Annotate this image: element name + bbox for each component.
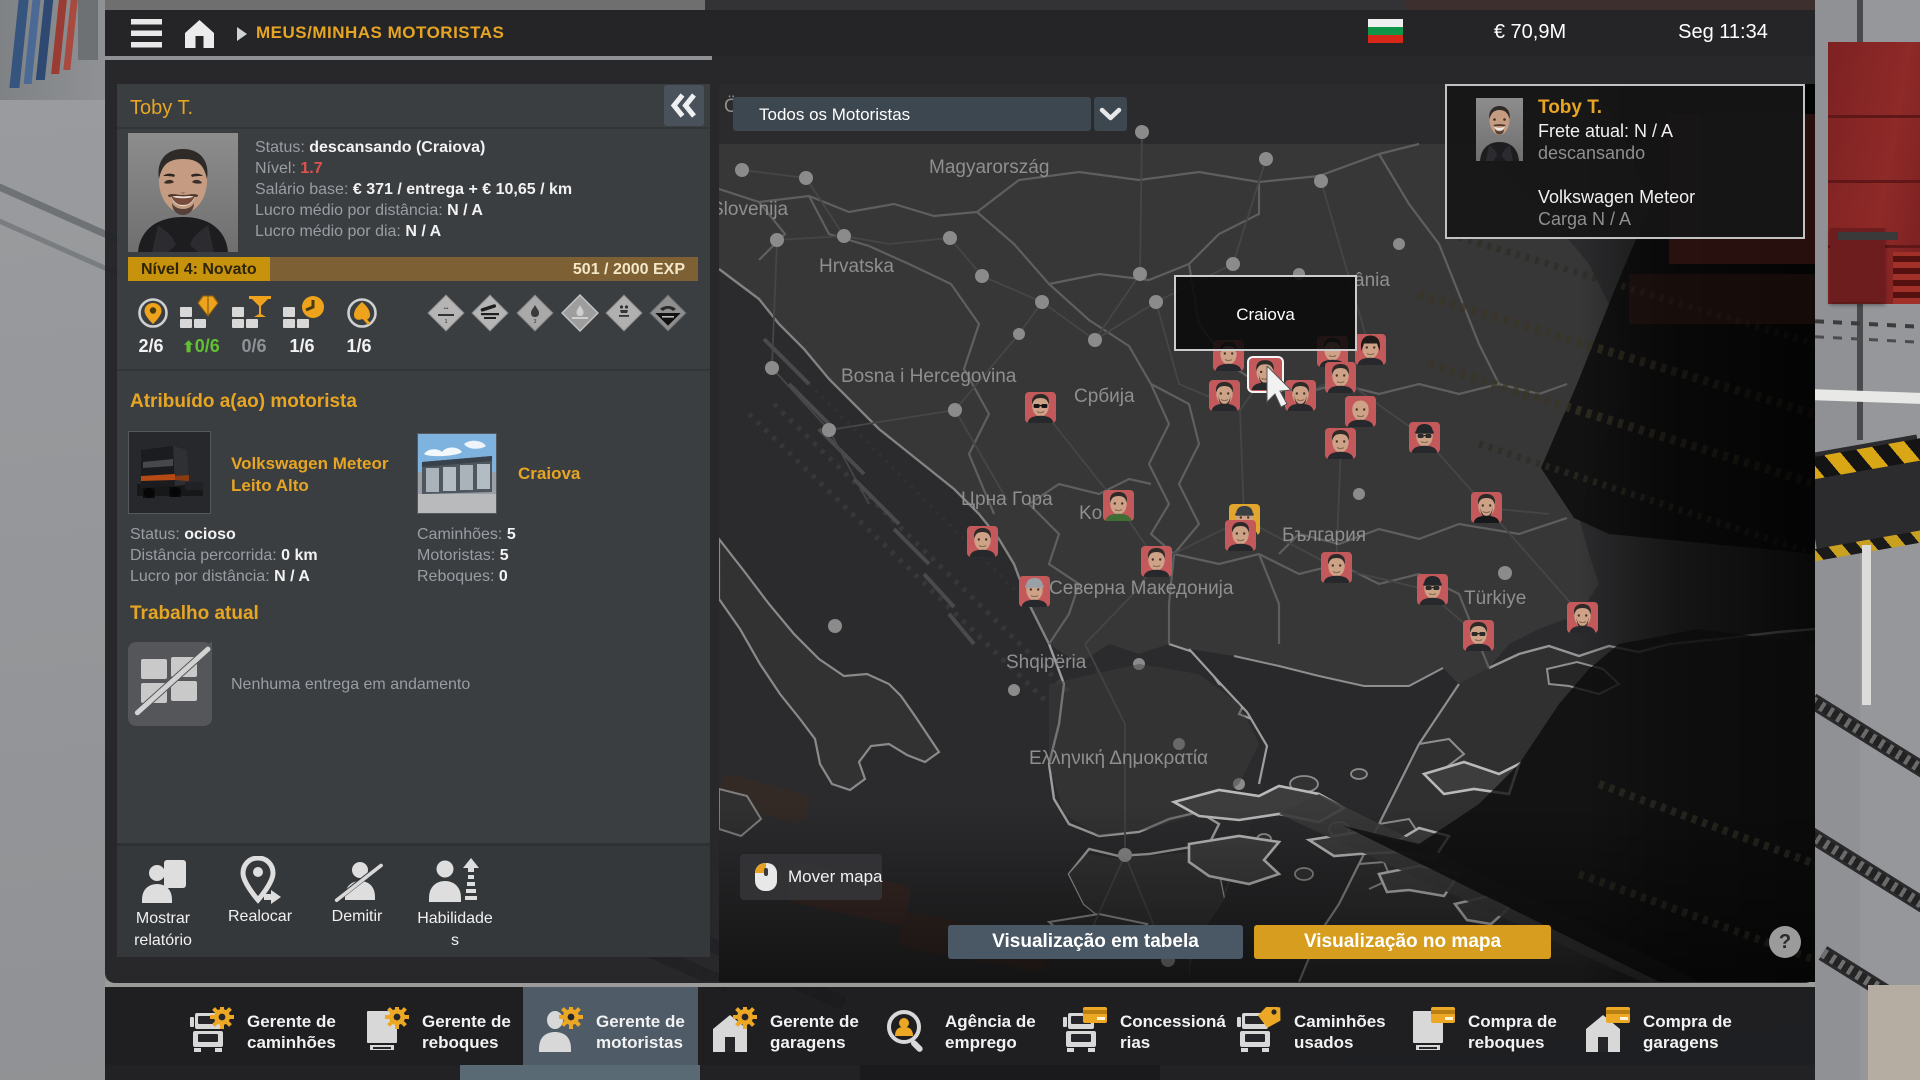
- svg-text:3: 3: [534, 319, 537, 325]
- svg-text:***: ***: [444, 306, 449, 311]
- svg-text:1: 1: [445, 319, 448, 325]
